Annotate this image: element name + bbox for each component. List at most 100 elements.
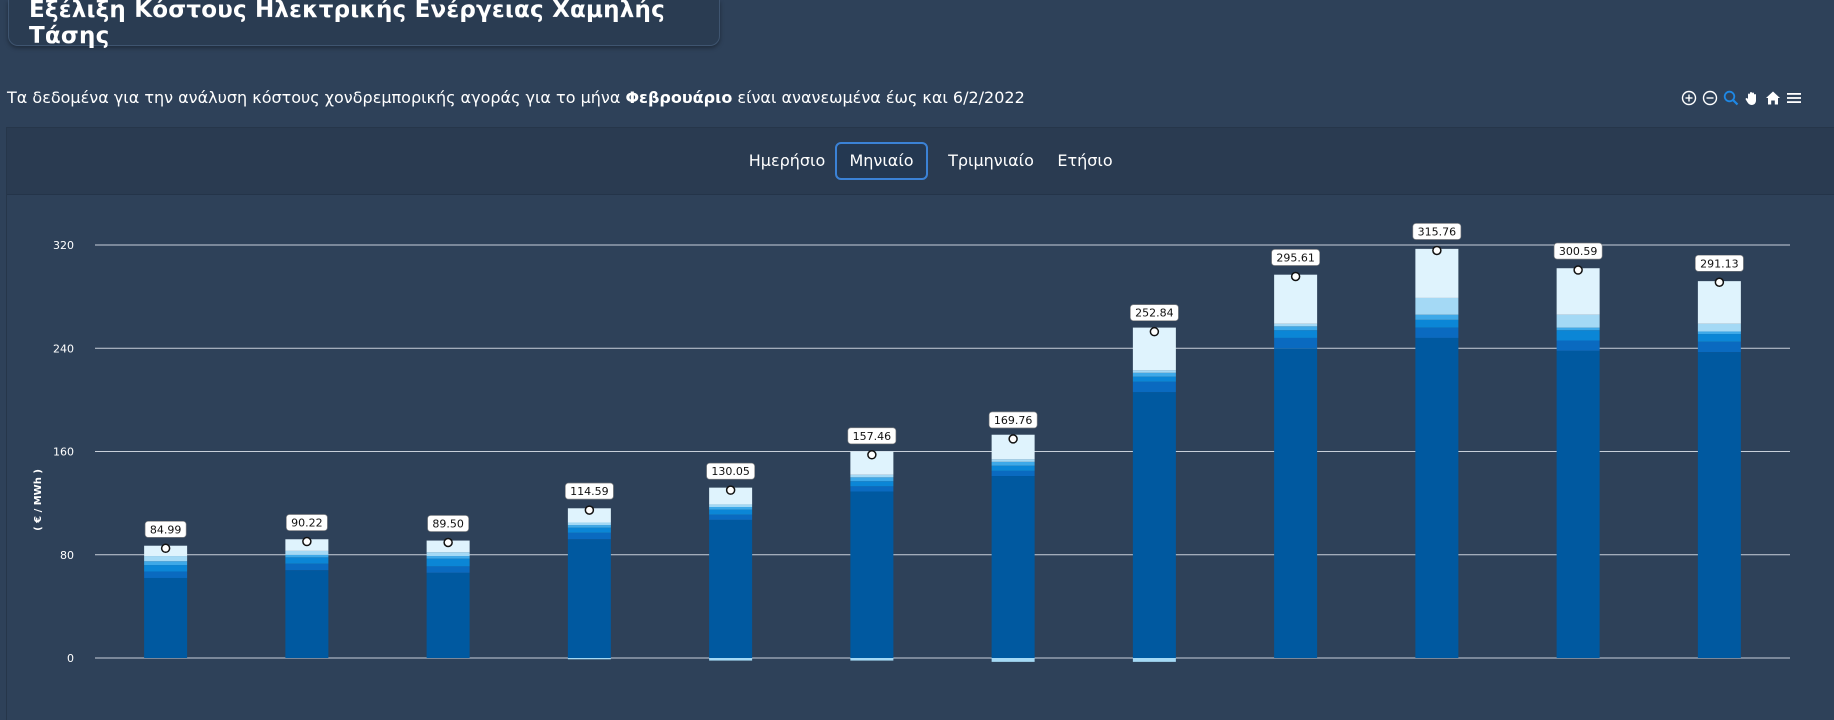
bar-segment xyxy=(1697,281,1741,324)
total-marker xyxy=(1290,271,1301,282)
total-marker xyxy=(584,505,595,515)
y-tick-label: 240 xyxy=(53,342,74,355)
y-tick-label: 80 xyxy=(60,549,74,562)
bar-segment xyxy=(1415,314,1459,320)
bars xyxy=(144,248,1741,662)
bar-segment xyxy=(144,561,188,566)
total-marker xyxy=(1432,245,1442,256)
bar-segment xyxy=(1556,340,1600,351)
bar-segment xyxy=(567,532,611,540)
total-label: 291.13 xyxy=(1700,257,1739,270)
total-marker xyxy=(725,485,736,495)
total-marker xyxy=(302,536,312,547)
bar-segment xyxy=(426,572,470,658)
y-tick-label: 0 xyxy=(67,652,74,665)
bar-segment xyxy=(1415,327,1459,338)
bar-segment xyxy=(1274,274,1318,324)
bar-segment xyxy=(991,476,1035,658)
chart-toolbar xyxy=(1680,88,1802,108)
bar-segment xyxy=(1556,268,1600,315)
bar-segment xyxy=(1274,326,1318,331)
bar-segment xyxy=(567,527,611,533)
bar-segment xyxy=(850,474,894,478)
bar-segment xyxy=(426,566,470,573)
bar-segment xyxy=(285,563,329,571)
bar-segment xyxy=(1415,337,1459,658)
bar-segment xyxy=(991,459,1035,462)
total-label: 295.61 xyxy=(1276,251,1315,264)
bar-segment xyxy=(426,556,470,559)
y-axis-label: ( € / MWh ) xyxy=(33,469,44,531)
bar-segment xyxy=(991,470,1035,477)
total-label: 90.22 xyxy=(291,517,323,530)
bar-segment xyxy=(144,571,188,578)
bar-segment xyxy=(1132,381,1176,393)
bar-segment xyxy=(144,577,188,658)
bar-segment xyxy=(285,554,329,558)
bar-segment xyxy=(1697,334,1741,342)
total-marker xyxy=(1149,326,1160,337)
chart: 0 80 160 240 320 84.99 90.22 89.50 114.59 130.05… xyxy=(33,223,1790,665)
y-tick-label: 320 xyxy=(53,239,74,252)
total-label: 315.76 xyxy=(1418,225,1457,238)
bar-segment xyxy=(1274,337,1318,349)
total-label: 252.84 xyxy=(1135,307,1174,320)
bar-segment xyxy=(144,565,188,572)
bar-segment xyxy=(709,504,753,507)
bar-segment xyxy=(1556,314,1600,328)
bar-segment xyxy=(1697,352,1741,658)
bar-segment xyxy=(709,509,753,515)
total-label: 89.50 xyxy=(432,517,464,530)
bar-segment xyxy=(285,557,329,564)
bar-segment xyxy=(709,519,753,658)
bar-segment xyxy=(1697,323,1741,332)
bar-segment-negative xyxy=(567,658,611,660)
bar-segment xyxy=(567,525,611,528)
bar-segment xyxy=(1556,327,1600,331)
y-tick-label: 160 xyxy=(53,446,74,459)
menu-icon[interactable] xyxy=(1785,90,1802,107)
home-reset-icon[interactable] xyxy=(1764,90,1781,107)
total-marker xyxy=(867,450,877,460)
bar-segment xyxy=(1556,350,1600,658)
bar-segment xyxy=(426,558,470,567)
bar-segment-negative xyxy=(1132,658,1176,662)
total-marker xyxy=(443,537,453,548)
zoom-out-icon[interactable] xyxy=(1701,90,1718,107)
total-label: 130.05 xyxy=(711,465,750,478)
bar-segment xyxy=(991,465,1035,471)
total-label: 157.46 xyxy=(853,430,892,443)
bar-segment xyxy=(1697,341,1741,353)
bar-segment xyxy=(144,556,188,562)
pan-hand-icon[interactable] xyxy=(1743,90,1760,107)
selection-zoom-icon[interactable] xyxy=(1722,90,1739,107)
bar-segment xyxy=(850,486,894,492)
bar-segment-negative xyxy=(991,658,1035,662)
total-marker xyxy=(1573,265,1583,275)
bar-segment xyxy=(426,552,470,557)
bar-segment xyxy=(285,550,329,555)
bar-segment xyxy=(1556,330,1600,341)
total-label: 114.59 xyxy=(570,485,609,498)
bar-segment xyxy=(1132,376,1176,382)
bar-segment xyxy=(1132,370,1176,373)
total-marker xyxy=(1714,277,1725,288)
total-marker xyxy=(1008,434,1018,444)
bar-segment xyxy=(1697,331,1741,335)
bar-segment xyxy=(1415,319,1459,328)
bar-segment xyxy=(285,570,329,658)
bar-segment xyxy=(1132,392,1176,658)
total-label: 169.76 xyxy=(994,414,1033,427)
bar-segment xyxy=(567,522,611,526)
zoom-in-icon[interactable] xyxy=(1680,90,1697,107)
bar-segment xyxy=(567,539,611,658)
bar-segment xyxy=(1274,323,1318,327)
total-label: 300.59 xyxy=(1559,245,1598,258)
bar-segment xyxy=(709,514,753,520)
bar-segment xyxy=(709,506,753,510)
bar-segment xyxy=(991,461,1035,466)
bar-segment xyxy=(1132,372,1176,377)
bar-segment xyxy=(1415,248,1459,298)
bar-segment xyxy=(850,481,894,487)
bar-segment xyxy=(1274,330,1318,338)
